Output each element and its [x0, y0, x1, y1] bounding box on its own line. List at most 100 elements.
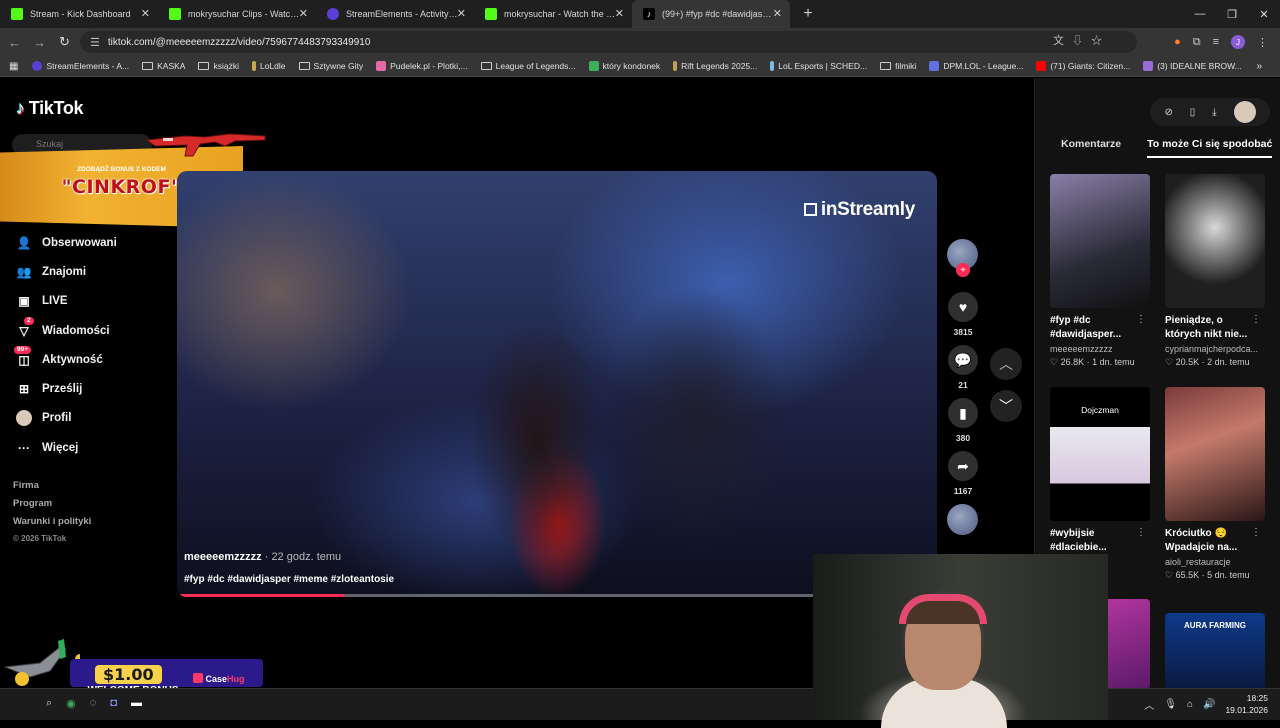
site-icon	[1143, 61, 1154, 71]
like-button[interactable]: ♥ 3815	[947, 292, 979, 337]
browser-tab-active[interactable]: ♪ (99+) #fyp #dc #dawidjasper ✕	[632, 0, 790, 28]
footer-link-program[interactable]: Program	[13, 498, 91, 509]
sidebar-item-live[interactable]: ▣ LIVE	[16, 287, 117, 316]
bookmark-item[interactable]: LoLdle	[252, 61, 286, 71]
menu-icon[interactable]: ⋮	[1257, 36, 1268, 49]
sidebar-item-label: Więcej	[42, 441, 79, 454]
forward-icon[interactable]: →	[27, 35, 52, 50]
extension-icon[interactable]: ●	[1174, 36, 1181, 48]
share-button[interactable]: ➦ 1167	[947, 451, 979, 496]
more-options-icon[interactable]: ⋮	[1136, 314, 1146, 325]
sidebar-item-messages[interactable]: ▽ 2 Wiadomości	[16, 316, 117, 345]
more-options-icon[interactable]: ⋮	[1251, 527, 1261, 538]
user-avatar[interactable]	[1233, 101, 1256, 123]
video-author[interactable]: meeeeemzzzzz · 22 godz. temu	[184, 551, 341, 563]
site-info-icon[interactable]: ☰	[90, 36, 100, 49]
search-icon[interactable]: ⌕	[46, 697, 52, 710]
new-tab-icon[interactable]: +	[796, 5, 820, 23]
bookmark-item[interactable]: DPM.LOL - League...	[929, 61, 1023, 71]
sidebar-item-upload[interactable]: ⊞ Prześlij	[16, 374, 117, 403]
url-text: tiktok.com/@meeeeemzzzzz/video/759677448…	[107, 36, 371, 48]
browser-tab[interactable]: mokrysuchar Clips - Watch Live ✕	[158, 0, 316, 28]
bookmark-folder[interactable]: Sztywne Gity	[298, 61, 363, 71]
install-icon[interactable]: ⇩	[1072, 35, 1091, 47]
bookmark-item[interactable]: LoL Esports | SCHED...	[770, 61, 867, 71]
download-icon[interactable]: ⤓	[1212, 107, 1216, 118]
next-video-button[interactable]: ﹀	[990, 390, 1022, 422]
follow-plus-icon[interactable]: +	[956, 263, 970, 277]
close-icon[interactable]: ✕	[299, 7, 308, 20]
more-bookmarks-icon[interactable]: »	[1256, 61, 1262, 72]
close-icon[interactable]: ✕	[615, 7, 624, 20]
sound-avatar[interactable]	[947, 504, 978, 535]
sidebar-item-following[interactable]: 👤 Obserwowani	[16, 228, 117, 257]
puzzle-icon[interactable]: ⧉	[1193, 36, 1201, 49]
browser-tab[interactable]: Stream - Kick Dashboard ✕	[0, 0, 158, 28]
creator-avatar[interactable]: +	[947, 239, 978, 277]
video-player[interactable]: inStreamly meeeeemzzzzz · 22 godz. temu …	[177, 171, 937, 597]
close-icon[interactable]: ✕	[773, 7, 782, 20]
bookmark-label: League of Legends...	[495, 61, 576, 71]
footer-link-company[interactable]: Firma	[13, 480, 91, 491]
more-options-icon[interactable]: ⋮	[1136, 527, 1146, 538]
close-icon[interactable]: ✕	[141, 7, 150, 20]
back-icon[interactable]: ←	[2, 35, 27, 50]
close-window-icon[interactable]: ✕	[1248, 0, 1280, 28]
knife-icon	[4, 639, 80, 686]
comment-button[interactable]: 💬 21	[947, 345, 979, 390]
tab-comments[interactable]: Komentarze	[1061, 138, 1121, 158]
maximize-icon[interactable]: ❐	[1216, 0, 1248, 28]
network-icon[interactable]: ⌂	[1187, 699, 1193, 710]
bookmark-item[interactable]: Rift Legends 2025...	[673, 61, 757, 71]
bookmark-item[interactable]: który kondonek	[588, 61, 660, 71]
bookmark-item[interactable]: (3) IDEALNE BROW...	[1143, 61, 1242, 71]
media-icon[interactable]: ≡	[1213, 36, 1219, 48]
folder-icon	[480, 62, 492, 70]
address-bar[interactable]: ☰ tiktok.com/@meeeeemzzzzz/video/7596774…	[80, 31, 1137, 53]
video-hashtags[interactable]: #fyp #dc #dawidjasper #meme #zloteantosi…	[184, 574, 394, 585]
volume-icon[interactable]: 🔊	[1203, 699, 1215, 710]
apps-icon[interactable]: ▦	[9, 61, 18, 72]
bookmark-item[interactable]: StreamElements - A...	[32, 61, 129, 71]
previous-video-button[interactable]: ︿	[990, 348, 1022, 380]
webcam-overlay	[813, 554, 1108, 728]
close-icon[interactable]: ✕	[457, 7, 466, 20]
bookmark-folder[interactable]: KASKA	[142, 61, 185, 71]
recommended-video-card[interactable]: ⋮ Króciutko 😌 Wpadajcie na... aioli_rest…	[1165, 387, 1265, 581]
tab-recommended[interactable]: To może Ci się spodobać	[1147, 138, 1273, 158]
recommended-video-card[interactable]: Dojczman ⋮ #wybijsie #dlaciebie...	[1050, 387, 1150, 555]
profile-avatar[interactable]: J	[1231, 35, 1245, 49]
compass-icon[interactable]: ⊘	[1164, 107, 1172, 118]
browser-tab[interactable]: StreamElements - Activity feed ✕	[316, 0, 474, 28]
minimize-icon[interactable]: —	[1184, 0, 1216, 28]
footer-link-terms[interactable]: Warunki i polityki	[13, 516, 91, 527]
bookmark-folder[interactable]: filmiki	[880, 61, 916, 71]
reload-icon[interactable]: ↻	[52, 34, 77, 50]
chrome-icon[interactable]: ◉	[66, 697, 76, 710]
microphone-icon[interactable]: 🎙	[1164, 699, 1177, 710]
bookmark-folder[interactable]: książki	[198, 61, 239, 71]
app-icon[interactable]: ◌	[90, 697, 97, 710]
translate-icon[interactable]: 文	[1053, 35, 1072, 47]
phone-icon[interactable]: ▯	[1190, 107, 1196, 118]
casehug-promo-banner: $1.00 WELCOME BONUS CaseHug	[0, 637, 263, 696]
discord-icon[interactable]: ◘	[110, 697, 117, 710]
recommended-video-card[interactable]: ⋮ Pieniądze, o których nikt nie... cypri…	[1165, 174, 1265, 368]
bookmark-folder[interactable]: League of Legends...	[480, 61, 576, 71]
tiktok-logo[interactable]: ♪ TikTok	[16, 98, 84, 119]
more-options-icon[interactable]: ⋮	[1251, 314, 1261, 325]
recommended-video-card[interactable]: ⋮ #fyp #dc #dawidjasper... meeeeemzzzzz …	[1050, 174, 1150, 368]
bookmark-item[interactable]: (71) Giants: Citizen...	[1036, 61, 1130, 71]
sidebar-item-activity[interactable]: ◫ 99+ Aktywność	[14, 345, 117, 374]
browser-tab[interactable]: mokrysuchar - Watch the VOD ✕	[474, 0, 632, 28]
recommended-video-card[interactable]: AURA FARMING	[1165, 613, 1265, 689]
chevron-up-icon[interactable]: ︿	[1144, 697, 1154, 712]
sidebar-item-more[interactable]: ··· Więcej	[16, 433, 117, 462]
star-icon[interactable]: ☆	[1091, 35, 1110, 47]
bookmark-item[interactable]: Pudelek.pl - Plotki,...	[376, 61, 468, 71]
sidebar-item-friends[interactable]: 👥 Znajomi	[16, 257, 117, 286]
sidebar-item-profile[interactable]: Profil	[16, 404, 117, 433]
clock[interactable]: 18:25 19.01.2026	[1225, 692, 1268, 716]
save-button[interactable]: ▮ 380	[947, 398, 979, 443]
files-icon[interactable]: ▬	[131, 697, 142, 710]
